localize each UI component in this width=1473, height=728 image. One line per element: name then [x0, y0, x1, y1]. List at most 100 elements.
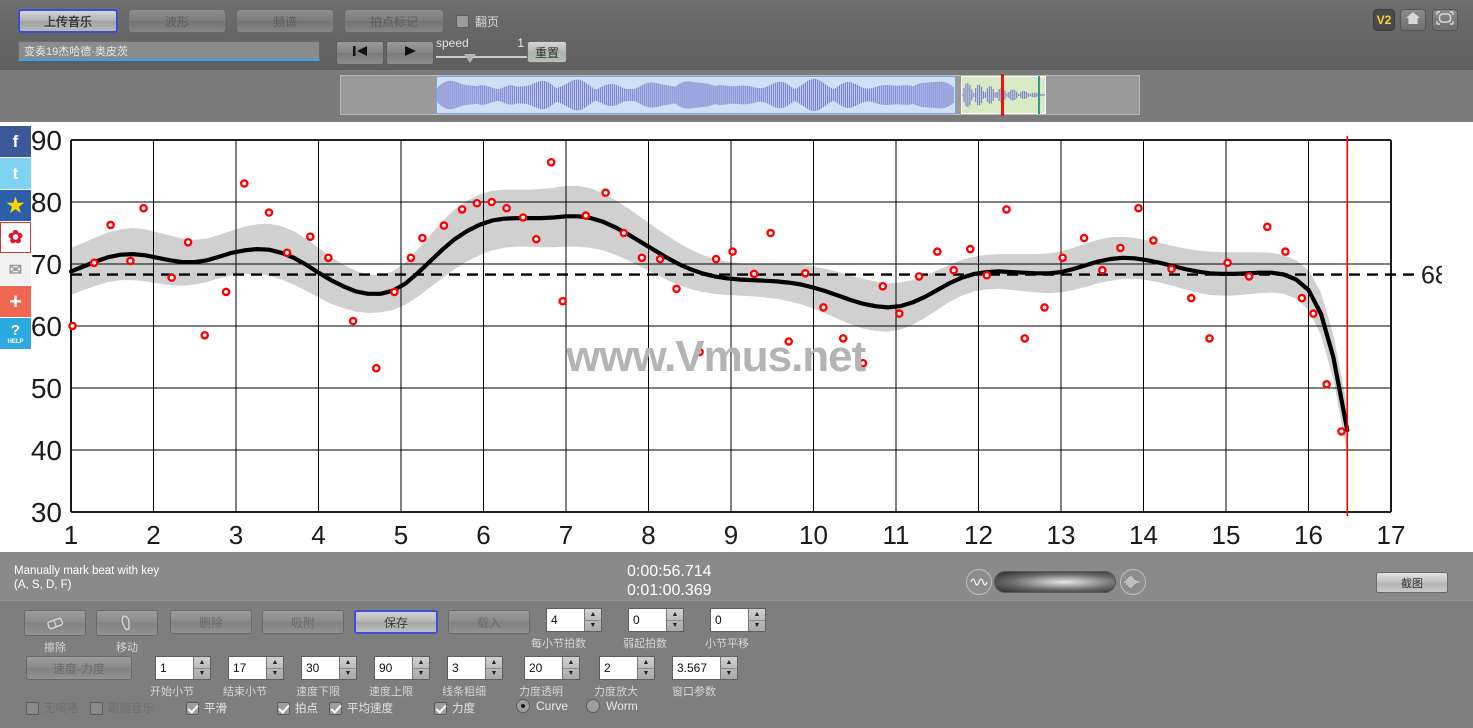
checkbox-follow-music-box[interactable] — [90, 701, 103, 715]
speed-slider[interactable]: speed 1 — [436, 36, 530, 66]
tempo-dynamics-mode-button[interactable]: 速度-力度 — [26, 656, 132, 680]
beat-point[interactable] — [728, 247, 737, 256]
checkbox-smooth[interactable]: 平滑 — [186, 700, 227, 716]
beat-point[interactable] — [1098, 265, 1107, 275]
beat-point[interactable] — [914, 272, 924, 281]
end-bar-spinner[interactable]: 17 ▲ ▼ — [228, 656, 284, 680]
waveform-overview-track[interactable] — [340, 74, 1140, 116]
version-badge[interactable]: V2 — [1373, 9, 1395, 31]
beat-point[interactable] — [766, 228, 775, 238]
dynamics-opacity-arrows[interactable]: ▲ ▼ — [562, 657, 579, 679]
beat-point[interactable] — [200, 330, 209, 340]
spinner-down-arrow[interactable]: ▼ — [194, 669, 210, 680]
save-button[interactable]: 保存 — [354, 610, 438, 634]
beat-point[interactable] — [1244, 272, 1254, 281]
spinner-up-arrow[interactable]: ▲ — [413, 657, 429, 669]
tab-upload-music[interactable]: 上传音乐 — [18, 9, 118, 33]
waveform-sharp-icon[interactable] — [1120, 569, 1146, 595]
tab-waveform[interactable]: 波形 — [128, 9, 226, 33]
spinner-up-arrow[interactable]: ▲ — [267, 657, 283, 669]
spinner-up-arrow[interactable]: ▲ — [667, 609, 683, 621]
volume-control[interactable] — [966, 568, 1146, 598]
beat-point[interactable] — [784, 337, 794, 346]
pageturn-checkbox-box[interactable] — [456, 15, 469, 28]
eraser-tool-button[interactable] — [24, 610, 86, 636]
beat-point[interactable] — [601, 188, 610, 197]
beat-point[interactable] — [89, 258, 99, 268]
help-icon[interactable]: ? HELP — [0, 318, 31, 349]
snap-button[interactable]: 吸附 — [262, 610, 344, 634]
beat-point[interactable] — [1020, 334, 1030, 343]
checkbox-average-tempo[interactable]: 平均速度 — [329, 700, 393, 716]
beat-point[interactable] — [711, 254, 721, 264]
waveform-overview-strip[interactable] — [0, 70, 1473, 120]
beat-point[interactable] — [106, 220, 115, 230]
capture-button[interactable]: 截图 — [1376, 572, 1448, 593]
beat-point[interactable] — [655, 254, 665, 264]
waveform-selection-region[interactable] — [436, 76, 956, 114]
beat-point[interactable] — [1134, 203, 1143, 213]
tempo-max-spinner[interactable]: 90 ▲ ▼ — [374, 656, 430, 680]
radio-curve-dot[interactable] — [516, 699, 530, 713]
spinner-up-arrow[interactable]: ▲ — [638, 657, 654, 669]
pageturn-checkbox[interactable]: 翻页 — [456, 13, 499, 30]
beat-point[interactable] — [457, 205, 467, 214]
beat-point[interactable] — [982, 270, 992, 280]
facebook-icon[interactable]: f — [0, 126, 31, 157]
beat-point[interactable] — [139, 203, 148, 213]
checkbox-follow-music[interactable]: 跟随音乐 — [90, 700, 154, 716]
beat-point[interactable] — [581, 211, 591, 220]
window-parameter-spinner[interactable]: 3.567 ▲ ▼ — [672, 656, 738, 680]
bar-offset-spinner[interactable]: 0 ▲ ▼ — [710, 608, 766, 632]
tempo-chart[interactable]: 68.3304050607080901234567891011121314151… — [31, 122, 1442, 552]
beat-point[interactable] — [221, 287, 231, 297]
pickup-beats-spinner[interactable]: 0 ▲ ▼ — [628, 608, 684, 632]
tempo-min-spinner[interactable]: 30 ▲ ▼ — [301, 656, 357, 680]
speed-slider-thumb[interactable] — [464, 54, 476, 63]
spinner-down-arrow[interactable]: ▼ — [267, 669, 283, 680]
beat-point[interactable] — [1116, 243, 1125, 253]
beat-point[interactable] — [348, 316, 358, 326]
beat-point[interactable] — [1058, 253, 1067, 263]
beat-point[interactable] — [546, 158, 556, 167]
spinner-up-arrow[interactable]: ▲ — [340, 657, 356, 669]
beat-point[interactable] — [1297, 293, 1307, 303]
checkbox-beats[interactable]: 拍点 — [277, 700, 318, 716]
dynamics-scale-arrows[interactable]: ▲ ▼ — [637, 657, 654, 679]
start-bar-spinner[interactable]: 1 ▲ ▼ — [155, 656, 211, 680]
reset-button[interactable]: 重置 — [527, 41, 567, 63]
pickup-beats-arrows[interactable]: ▲ ▼ — [666, 609, 683, 631]
checkbox-smooth-box[interactable] — [186, 701, 199, 715]
beat-point[interactable] — [390, 287, 399, 297]
beat-point[interactable] — [1167, 264, 1176, 274]
tempo-min-arrows[interactable]: ▲ ▼ — [339, 657, 356, 679]
beat-point[interactable] — [1149, 236, 1158, 245]
beat-point[interactable] — [1040, 303, 1049, 312]
beat-point[interactable] — [1002, 205, 1011, 214]
beat-point[interactable] — [305, 232, 315, 241]
bar-offset-arrows[interactable]: ▲ ▼ — [748, 609, 765, 631]
play-button[interactable] — [386, 41, 434, 65]
spinner-down-arrow[interactable]: ▼ — [585, 621, 601, 632]
spinner-down-arrow[interactable]: ▼ — [413, 669, 429, 680]
beat-point[interactable] — [895, 309, 904, 318]
beat-point[interactable] — [167, 273, 176, 282]
beat-point[interactable] — [858, 358, 868, 368]
beat-point[interactable] — [1309, 309, 1318, 318]
beat-point[interactable] — [371, 363, 381, 373]
beat-point[interactable] — [637, 253, 647, 263]
beat-point[interactable] — [819, 303, 828, 312]
beat-point[interactable] — [1263, 222, 1272, 232]
beat-point[interactable] — [418, 233, 427, 243]
load-button[interactable]: 载入 — [448, 610, 530, 634]
line-width-arrows[interactable]: ▲ ▼ — [485, 657, 502, 679]
line-width-spinner[interactable]: 3 ▲ ▼ — [447, 656, 503, 680]
spinner-up-arrow[interactable]: ▲ — [585, 609, 601, 621]
end-bar-arrows[interactable]: ▲ ▼ — [266, 657, 283, 679]
spinner-up-arrow[interactable]: ▲ — [721, 657, 737, 669]
beat-point[interactable] — [239, 179, 249, 188]
beat-point[interactable] — [439, 221, 449, 230]
fullscreen-button[interactable] — [1432, 9, 1458, 31]
beat-point[interactable] — [933, 247, 942, 256]
beat-point[interactable] — [183, 238, 193, 247]
